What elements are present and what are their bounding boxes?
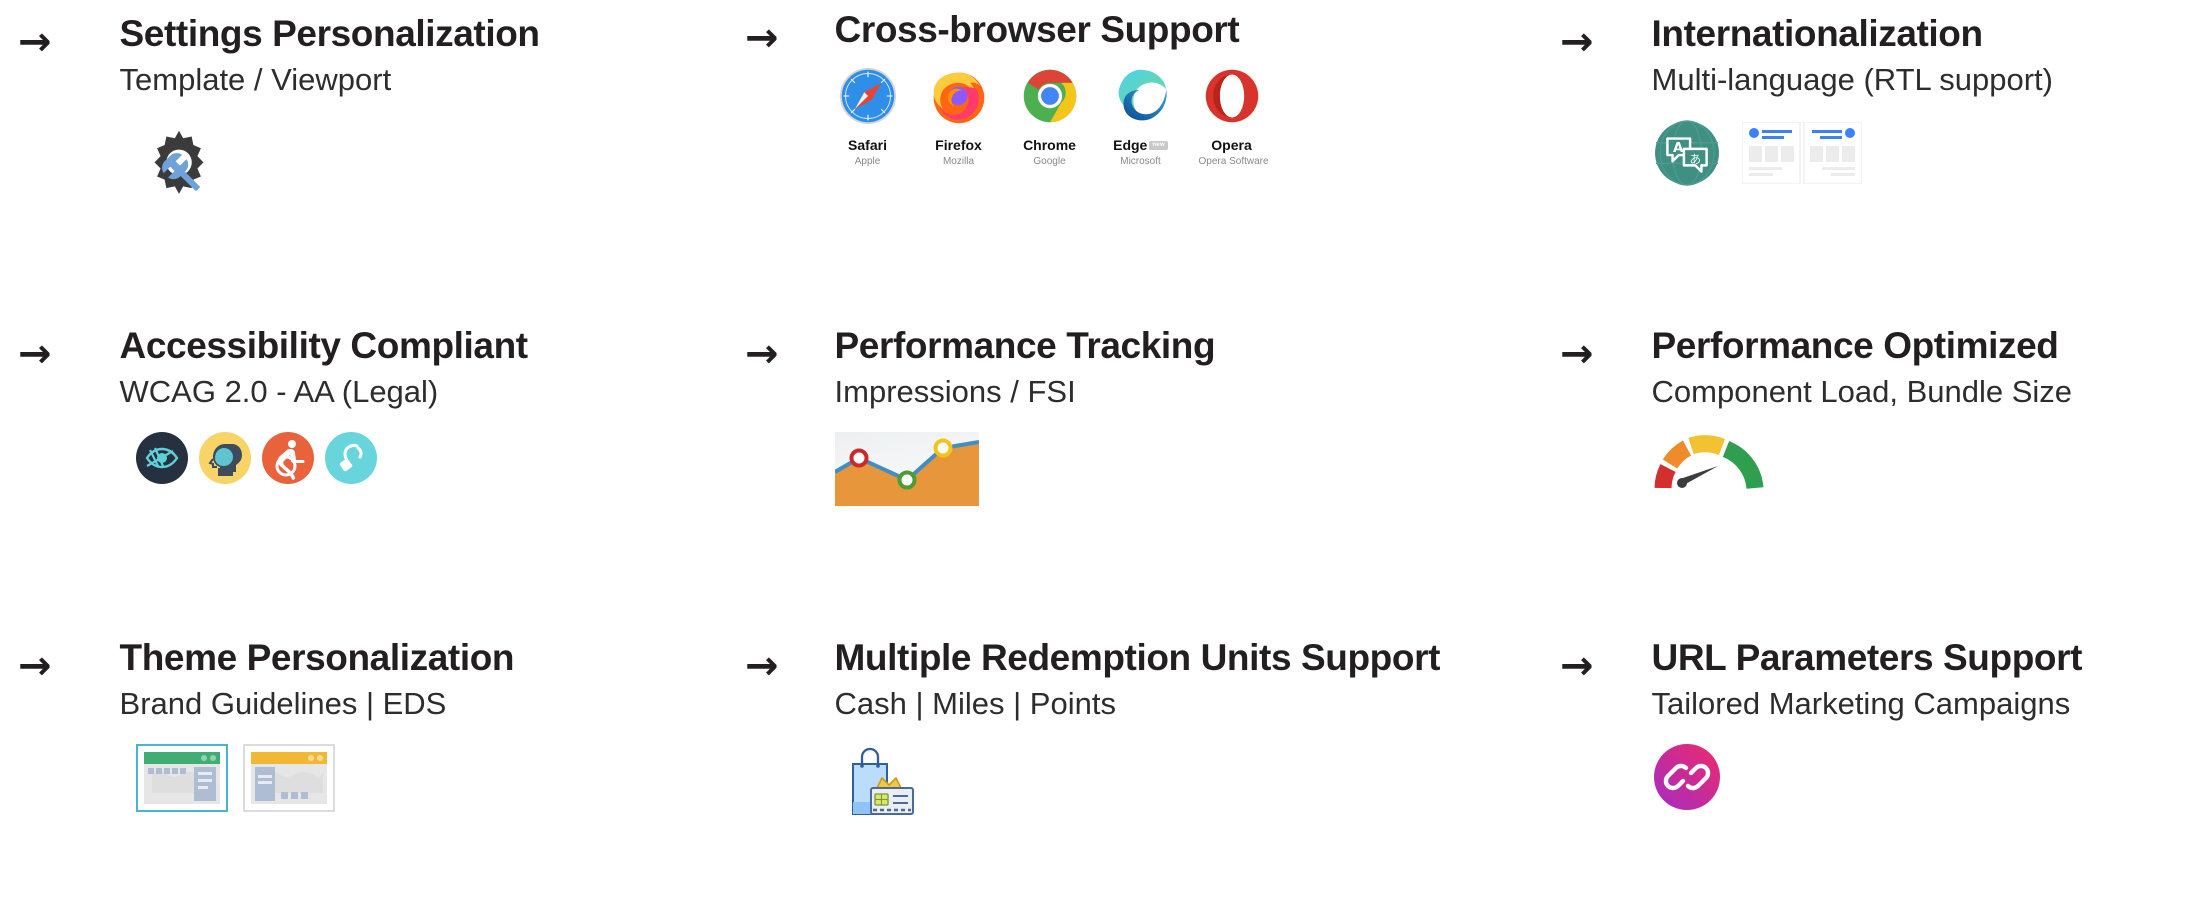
arrow-right-icon: →: [1560, 331, 1594, 377]
browser-item-edge: Edge new Microsoft: [1108, 66, 1174, 167]
cognitive-icon: [198, 431, 251, 489]
feature-title: Theme Personalization: [119, 637, 515, 678]
feature-subtitle: Template / Viewport: [119, 61, 392, 97]
feature-title: Settings Personalization: [119, 13, 540, 54]
browser-name: Safari: [848, 136, 887, 153]
safari-icon: [835, 66, 901, 130]
browser-name: Chrome: [1023, 136, 1076, 153]
feature-cell-multiple-redemption-units-support: → Multiple Redemption Units Support Cash…: [745, 624, 1560, 904]
svg-text:あ: あ: [1689, 151, 1700, 165]
arrow-right-icon: →: [1560, 19, 1594, 65]
feature-cell-accessibility-compliant: → Accessibility Compliant WCAG 2.0 - AA …: [0, 312, 745, 624]
translate-icon: A あ: [1654, 120, 1720, 191]
arrow-right-icon: →: [745, 643, 779, 689]
theme-thumbnail-list: [135, 743, 745, 812]
arrow-right-icon: →: [745, 15, 779, 61]
feature-subtitle: Impressions / FSI: [834, 373, 1076, 409]
ltr-rtl-layout-mockup: [1741, 121, 1863, 189]
accessibility-icon-list: [135, 431, 745, 489]
browser-name: Firefox: [935, 136, 982, 153]
edge-icon: [1108, 66, 1174, 130]
feature-cell-internationalization: → Internationalization Multi-language (R…: [1560, 0, 2198, 312]
arrow-right-icon: →: [1560, 643, 1594, 689]
browser-vendor: Microsoft: [1120, 155, 1161, 167]
feature-subtitle: Cash | Miles | Points: [834, 685, 1116, 721]
new-badge: new: [1149, 140, 1168, 150]
feature-title: Performance Optimized: [1651, 325, 2059, 366]
feature-subtitle: Brand Guidelines | EDS: [119, 685, 447, 721]
feature-title: Performance Tracking: [834, 325, 1216, 366]
browser-vendor: Opera Software: [1198, 155, 1269, 167]
browser-name: Opera: [1211, 136, 1252, 153]
feature-cell-cross-browser-support: → Cross-browser Support Safari Apple Fir…: [745, 0, 1560, 312]
arrow-right-icon: →: [745, 331, 779, 377]
theme-thumbnail-green[interactable]: [135, 743, 228, 812]
browser-item-firefox: Firefox Mozilla: [926, 66, 992, 167]
feature-subtitle: Multi-language (RTL support): [1651, 61, 2053, 97]
low-vision-icon: [135, 431, 188, 489]
browser-item-safari: Safari Apple: [835, 66, 901, 167]
feature-cell-theme-personalization: → Theme Personalization Brand Guidelines…: [0, 624, 745, 904]
arrow-right-icon: →: [18, 331, 52, 377]
area-chart-icon: [833, 431, 1560, 511]
browser-vendor: Mozilla: [942, 155, 975, 167]
gauge-icon: [1652, 432, 2198, 499]
feature-cell-performance-tracking: → Performance Tracking Impressions / FSI: [745, 312, 1560, 624]
opera-icon: [1199, 66, 1265, 130]
feature-cell-settings-personalization: → Settings Personalization Template / Vi…: [0, 0, 745, 312]
gear-wrench-icon: [136, 120, 745, 211]
browser-item-opera: Opera Opera Software: [1198, 66, 1269, 167]
feature-subtitle: WCAG 2.0 - AA (Legal): [119, 373, 439, 409]
feature-cell-performance-optimized: → Performance Optimized Component Load, …: [1560, 312, 2198, 624]
feature-grid: → Settings Personalization Template / Vi…: [0, 0, 2198, 904]
chrome-icon: [1017, 66, 1083, 130]
arrow-right-icon: →: [18, 19, 52, 65]
feature-subtitle: Component Load, Bundle Size: [1651, 373, 2073, 409]
browser-vendor: Apple: [854, 155, 881, 167]
feature-title: Internationalization: [1651, 13, 1984, 54]
wheelchair-icon: [261, 431, 314, 489]
browser-list: Safari Apple Firefox Mozilla Chrome Goog…: [835, 66, 1560, 167]
feature-title: Multiple Redemption Units Support: [834, 637, 1441, 678]
shopping-bag-loyalty-card-icon: [837, 744, 1560, 823]
link-icon: [1653, 743, 2198, 815]
feature-cell-url-parameters-support: → URL Parameters Support Tailored Market…: [1560, 624, 2198, 904]
firefox-icon: [926, 66, 992, 130]
feature-title: Cross-browser Support: [834, 9, 1240, 50]
browser-vendor: Google: [1033, 155, 1066, 167]
hearing-icon: [324, 431, 377, 489]
feature-subtitle: Tailored Marketing Campaigns: [1651, 685, 2071, 721]
browser-name: Edge new: [1108, 137, 1174, 153]
svg-text:A: A: [1673, 141, 1684, 156]
theme-thumbnail-yellow[interactable]: [242, 743, 335, 812]
browser-item-chrome: Chrome Google: [1017, 66, 1083, 167]
feature-title: Accessibility Compliant: [119, 325, 529, 366]
feature-title: URL Parameters Support: [1651, 637, 2083, 678]
arrow-right-icon: →: [18, 643, 52, 689]
